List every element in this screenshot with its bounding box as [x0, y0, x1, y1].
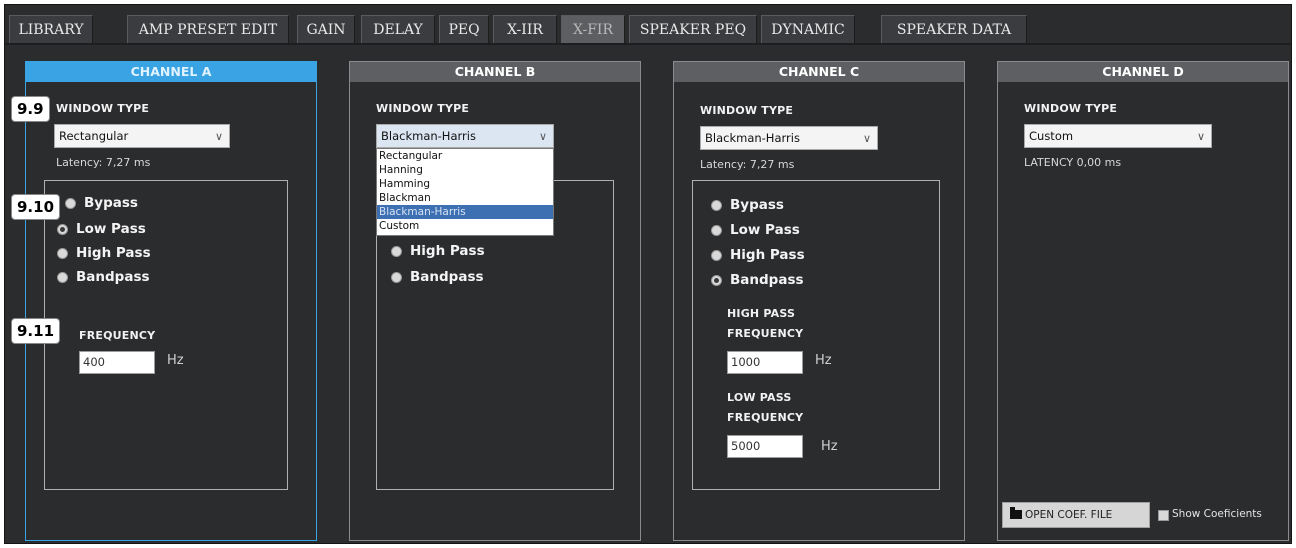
tab-x-iir[interactable]: X-IIR	[493, 15, 557, 43]
channel-c-title: CHANNEL C	[674, 62, 964, 82]
chevron-down-icon: ∨	[1196, 130, 1205, 143]
channel-c-high-pass-frequency-input[interactable]: 1000	[727, 351, 803, 374]
tab-gain[interactable]: GAIN	[297, 15, 355, 43]
tab-speaker-peq[interactable]: SPEAKER PEQ	[629, 15, 757, 43]
channel-c-low-pass-label: LOW PASS	[727, 391, 792, 404]
channel-a-window-type-label: WINDOW TYPE	[56, 102, 150, 115]
tab-speaker-data[interactable]: SPEAKER DATA	[881, 15, 1027, 43]
channel-a-filter-box: Bypass Low Pass High Pass Bandpass FREQU…	[44, 180, 288, 490]
channel-d-window-type-value: Custom	[1029, 129, 1074, 143]
channel-b-window-type-dropdown: Rectangular Hanning Hamming Blackman Bla…	[376, 148, 554, 236]
channel-a-frequency-input[interactable]: 400	[79, 351, 155, 374]
chevron-down-icon: ∨	[214, 130, 223, 143]
radio-dot	[65, 197, 76, 209]
channel-c-radio-low-pass[interactable]: Low Pass	[711, 220, 800, 240]
radio-label: Low Pass	[76, 221, 146, 237]
open-coef-file-label: OPEN COEF. FILE	[1025, 509, 1113, 521]
callout-9-11: 9.11	[11, 318, 61, 344]
channel-a-panel: CHANNEL A WINDOW TYPE Rectangular ∨ Late…	[25, 61, 317, 541]
channel-d-window-type-label: WINDOW TYPE	[1024, 102, 1118, 115]
dropdown-option-custom[interactable]: Custom	[377, 219, 553, 233]
chevron-down-icon: ∨	[862, 132, 871, 145]
radio-label: Bypass	[730, 197, 784, 213]
channel-c-high-pass-unit: Hz	[815, 353, 832, 368]
radio-label: High Pass	[730, 247, 805, 263]
channel-c-low-pass-frequency-label: FREQUENCY	[727, 411, 804, 424]
channel-d-latency: LATENCY 0,00 ms	[1024, 156, 1122, 169]
radio-dot	[391, 245, 402, 257]
channel-c-radio-bypass[interactable]: Bypass	[711, 195, 784, 215]
radio-dot	[711, 199, 722, 211]
channel-c-panel: CHANNEL C WINDOW TYPE Blackman-Harris ∨ …	[673, 61, 965, 541]
channel-d-panel: CHANNEL D WINDOW TYPE Custom ∨ LATENCY 0…	[997, 61, 1289, 541]
channel-a-frequency-unit: Hz	[167, 353, 184, 368]
channel-d-window-type-select[interactable]: Custom ∨	[1024, 124, 1212, 148]
tab-peq[interactable]: PEQ	[439, 15, 489, 43]
radio-label: Low Pass	[730, 222, 800, 238]
tab-library[interactable]: LIBRARY	[9, 15, 93, 43]
dropdown-option-blackman-harris[interactable]: Blackman-Harris	[377, 205, 553, 219]
channel-b-window-type-select[interactable]: Blackman-Harris ∨	[376, 124, 554, 148]
channel-c-window-type-label: WINDOW TYPE	[700, 104, 794, 117]
radio-label: High Pass	[410, 243, 485, 259]
channel-c-low-pass-frequency-input[interactable]: 5000	[727, 435, 803, 458]
tab-dynamic[interactable]: DYNAMIC	[761, 15, 855, 43]
channel-a-radio-bandpass[interactable]: Bandpass	[57, 267, 150, 287]
radio-label: Bandpass	[76, 269, 150, 285]
channel-c-low-pass-unit: Hz	[821, 439, 838, 454]
channel-c-high-pass-frequency-label: FREQUENCY	[727, 327, 804, 340]
channel-b-window-type-label: WINDOW TYPE	[376, 102, 470, 115]
callout-9-9: 9.9	[11, 96, 50, 122]
channel-b-title: CHANNEL B	[350, 62, 640, 82]
dropdown-option-rectangular[interactable]: Rectangular	[377, 149, 553, 163]
open-coef-file-button[interactable]: OPEN COEF. FILE	[1002, 502, 1150, 528]
channel-b-radio-high-pass[interactable]: High Pass	[391, 241, 485, 261]
channel-a-radio-bypass[interactable]: Bypass	[65, 193, 138, 213]
channel-a-radio-low-pass[interactable]: Low Pass	[57, 219, 146, 239]
channel-c-window-type-select[interactable]: Blackman-Harris ∨	[700, 126, 878, 150]
show-coefficients-label: Show Coeficients	[1172, 508, 1262, 520]
radio-label: Bandpass	[410, 269, 484, 285]
channel-c-high-pass-label: HIGH PASS	[727, 307, 796, 320]
channel-c-window-type-value: Blackman-Harris	[705, 131, 800, 145]
x-fir-window: LIBRARY AMP PRESET EDIT GAIN DELAY PEQ X…	[4, 4, 1292, 544]
radio-dot-selected	[57, 223, 68, 235]
channel-c-radio-bandpass[interactable]: Bandpass	[711, 270, 804, 290]
radio-dot	[57, 247, 68, 259]
channel-a-window-type-value: Rectangular	[59, 129, 129, 143]
tab-delay[interactable]: DELAY	[361, 15, 435, 43]
dropdown-option-hanning[interactable]: Hanning	[377, 163, 553, 177]
radio-label: Bandpass	[730, 272, 804, 288]
dropdown-option-hamming[interactable]: Hamming	[377, 177, 553, 191]
channel-b-panel: CHANNEL B WINDOW TYPE Blackman-Harris ∨ …	[349, 61, 641, 541]
tab-amp-preset-edit[interactable]: AMP PRESET EDIT	[127, 15, 289, 43]
tab-divider	[5, 43, 1291, 45]
radio-dot-selected	[711, 274, 722, 286]
channel-d-title: CHANNEL D	[998, 62, 1288, 82]
radio-dot	[711, 249, 722, 261]
dropdown-option-blackman[interactable]: Blackman	[377, 191, 553, 205]
show-coefficients-checkbox[interactable]	[1158, 510, 1169, 521]
radio-label: Bypass	[84, 195, 138, 211]
tab-bar: LIBRARY AMP PRESET EDIT GAIN DELAY PEQ X…	[5, 5, 1291, 45]
radio-dot	[57, 271, 68, 283]
channel-b-radio-bandpass[interactable]: Bandpass	[391, 267, 484, 287]
chevron-down-icon: ∨	[538, 130, 547, 143]
channel-a-frequency-label: FREQUENCY	[79, 329, 156, 342]
channel-a-title: CHANNEL A	[26, 62, 316, 82]
radio-label: High Pass	[76, 245, 151, 261]
radio-dot	[711, 224, 722, 236]
channel-c-radio-high-pass[interactable]: High Pass	[711, 245, 805, 265]
radio-dot	[391, 271, 402, 283]
channel-c-latency: Latency: 7,27 ms	[700, 158, 795, 171]
channel-b-window-type-value: Blackman-Harris	[381, 129, 476, 143]
tab-x-fir[interactable]: X-FIR	[561, 15, 625, 43]
channel-a-window-type-select[interactable]: Rectangular ∨	[54, 124, 230, 148]
callout-9-10: 9.10	[11, 194, 61, 220]
channel-c-filter-box: Bypass Low Pass High Pass Bandpass HIGH …	[692, 180, 940, 490]
channel-a-radio-high-pass[interactable]: High Pass	[57, 243, 151, 263]
folder-icon	[1010, 507, 1022, 519]
channel-a-latency: Latency: 7,27 ms	[56, 156, 151, 169]
